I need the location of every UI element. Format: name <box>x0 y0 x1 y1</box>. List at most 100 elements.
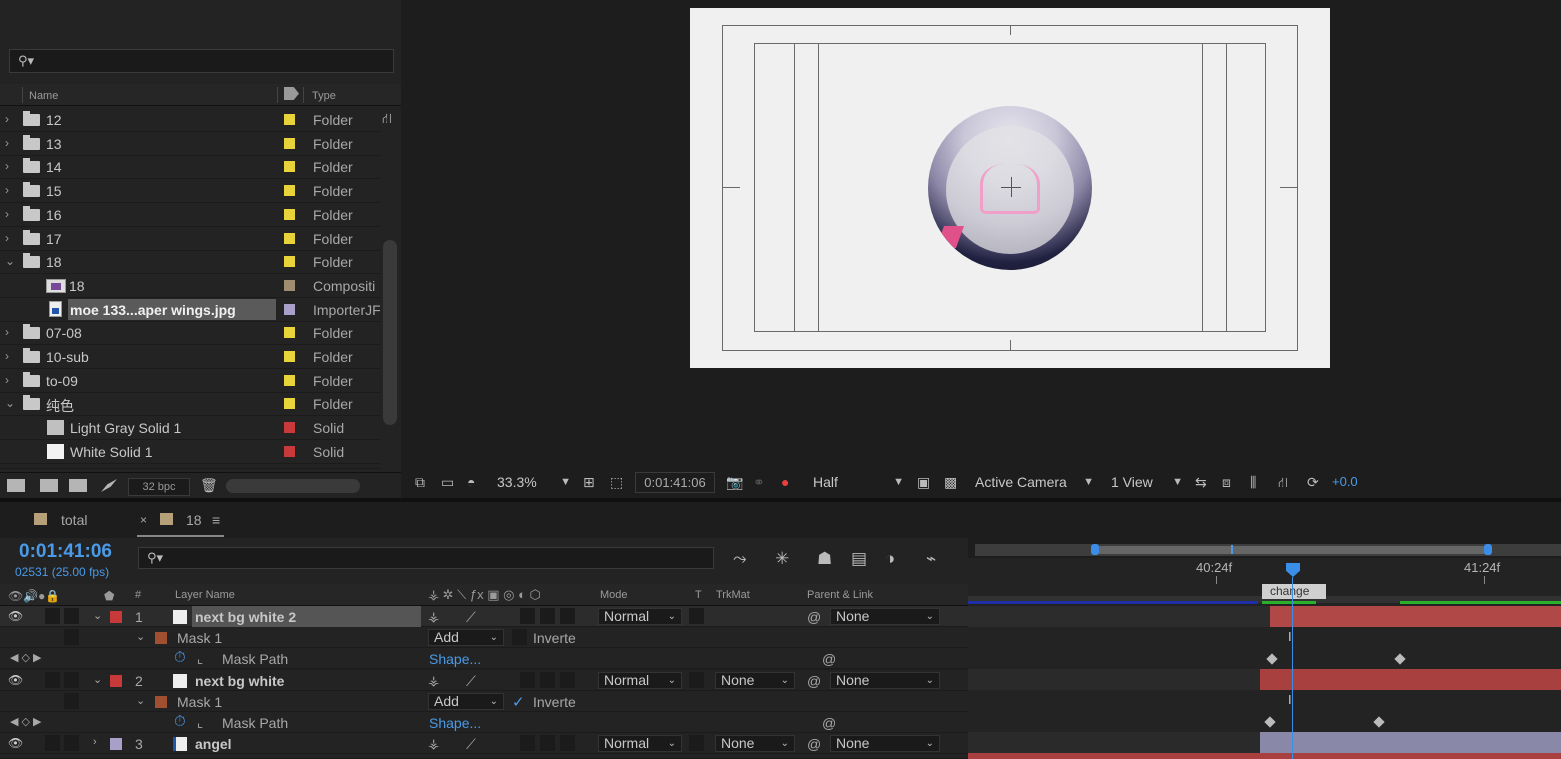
resolution-dropdown[interactable]: Half ▼ <box>808 472 908 493</box>
switch-slot[interactable] <box>560 608 575 624</box>
hide-shy-layers-icon[interactable]: ☗ <box>817 549 832 569</box>
project-item[interactable]: › 10-sub Folder <box>0 345 380 369</box>
mask-color-swatch[interactable] <box>155 695 167 708</box>
layer-row[interactable]: 👁 ⌄ 1 next bg white 2 ⚶ ⟋ Normal ⌄ @ None ⌄ <box>0 606 968 627</box>
project-settings-icon[interactable] <box>101 479 117 492</box>
bit-depth-button[interactable]: 32 bpc <box>128 478 190 496</box>
project-item[interactable] <box>0 464 380 469</box>
project-item[interactable]: ⌄ 纯色 Folder <box>0 392 380 417</box>
grid-guides-icon[interactable]: ⊞ <box>583 474 595 491</box>
layer-name[interactable]: next bg white <box>195 673 284 689</box>
blend-mode-dropdown[interactable]: Normal ⌄ <box>598 608 682 625</box>
property-row[interactable]: ◀ ◇ ▶ ⏱ ⌞ Mask Path Shape... @ <box>0 712 968 733</box>
project-item[interactable]: moe 133...aper wings.jpg ImporterJF <box>0 298 380 322</box>
mask-name[interactable]: Mask 1 <box>177 694 222 710</box>
motion-blur-icon[interactable]: ◑ <box>885 549 895 569</box>
project-item[interactable]: › to-09 Folder <box>0 369 380 393</box>
switch-slot[interactable] <box>560 671 575 688</box>
timeline-icon[interactable]: ⫼ <box>1250 474 1256 491</box>
label-color-swatch[interactable] <box>284 232 295 244</box>
channel-icon[interactable]: ● <box>781 474 789 490</box>
show-snapshot-icon[interactable]: ⚭ <box>753 474 765 491</box>
project-item[interactable]: Light Gray Solid 1 Solid <box>0 416 380 441</box>
twirl-toggle-icon[interactable]: › <box>5 373 9 387</box>
eye-icon[interactable]: 👁 <box>8 609 23 623</box>
invert-checkbox[interactable] <box>512 629 527 646</box>
tab-close-icon[interactable]: × <box>140 513 147 527</box>
quality-switch-icon[interactable]: ⟋ <box>466 673 476 690</box>
label-color-swatch[interactable] <box>284 374 295 386</box>
stopwatch-icon[interactable]: ⏱ <box>174 649 186 666</box>
mask-path-value[interactable]: Shape... <box>429 715 481 731</box>
project-item[interactable]: › 12 Folder <box>0 108 380 132</box>
layer-label-color[interactable] <box>110 611 122 623</box>
solo-toggle[interactable] <box>45 671 60 688</box>
layer-bar-next[interactable] <box>968 753 1561 759</box>
lock-toggle[interactable] <box>64 608 79 624</box>
twirl-toggle-icon[interactable]: ⌄ <box>93 609 102 622</box>
parent-dropdown[interactable]: None ⌄ <box>830 608 940 625</box>
quality-switch-icon[interactable]: ⟋ <box>466 736 476 753</box>
comp-marker[interactable]: change <box>1262 584 1326 599</box>
label-color-swatch[interactable] <box>284 114 295 125</box>
tab-18[interactable]: 18 <box>186 512 202 528</box>
thumbnail-size-slider[interactable] <box>226 479 360 493</box>
parent-dropdown[interactable]: None ⌄ <box>830 671 940 689</box>
twirl-toggle-icon[interactable]: › <box>5 159 9 173</box>
solo-toggle[interactable] <box>45 608 60 624</box>
viewer-timecode[interactable]: 0:01:41:06 <box>635 472 715 493</box>
current-time-display[interactable]: 0:01:41:06 <box>19 541 112 563</box>
label-color-swatch[interactable] <box>284 327 295 339</box>
snapshot-icon[interactable]: 📷 <box>726 474 743 491</box>
exposure-value[interactable]: +0.0 <box>1332 474 1358 489</box>
track-matte-dropdown[interactable]: None ⌄ <box>715 671 795 689</box>
twirl-toggle-icon[interactable]: ⌄ <box>5 396 15 410</box>
timeline-search-input[interactable]: ⚲▾ <box>138 547 714 569</box>
mask-name[interactable]: Mask 1 <box>177 630 222 646</box>
mask-visibility-icon[interactable]: ◓ <box>467 474 475 490</box>
twirl-toggle-icon[interactable]: › <box>5 349 9 363</box>
tab-menu-icon[interactable]: ≡ <box>212 512 220 528</box>
column-type-header[interactable]: Type <box>312 90 336 102</box>
label-tag-icon[interactable] <box>284 87 299 100</box>
draft-3d-icon[interactable]: ✳ <box>775 549 789 569</box>
keyframe-navigator[interactable]: ◀ ◇ ▶ <box>10 715 42 728</box>
masked-artwork-image[interactable] <box>928 106 1092 270</box>
flowchart-icon[interactable]: ⛙ <box>1278 474 1288 493</box>
layer-bar-next-bg-white[interactable] <box>1260 669 1561 690</box>
switch-slot[interactable] <box>560 735 575 752</box>
switch-slot[interactable] <box>540 735 555 752</box>
pick-whip-icon[interactable]: @ <box>807 736 821 752</box>
tab-total[interactable]: total <box>61 512 87 528</box>
project-item[interactable]: › 16 Folder <box>0 203 380 227</box>
label-color-swatch[interactable] <box>284 445 295 457</box>
navigator-end-handle[interactable] <box>1484 544 1492 555</box>
switch-slot[interactable] <box>540 671 555 688</box>
eye-icon[interactable]: 👁 <box>8 736 23 750</box>
switch-slot[interactable] <box>520 608 535 624</box>
view-layout-dropdown[interactable]: 1 View ▼ <box>1107 472 1187 493</box>
parent-dropdown[interactable]: None ⌄ <box>830 735 940 753</box>
shy-switch-icon[interactable]: ⚶ <box>428 736 439 752</box>
twirl-toggle-icon[interactable]: ⌄ <box>5 254 15 268</box>
column-name-header[interactable]: Name <box>29 90 58 102</box>
project-item[interactable]: › 14 Folder <box>0 155 380 180</box>
layer-name[interactable]: angel <box>195 736 232 752</box>
twirl-toggle-icon[interactable]: ⌄ <box>93 673 102 686</box>
label-color-swatch[interactable] <box>284 161 295 173</box>
twirl-toggle-icon[interactable]: › <box>5 136 9 150</box>
switch-slot[interactable] <box>540 608 555 624</box>
label-color-swatch[interactable] <box>284 137 295 149</box>
twirl-toggle-icon[interactable]: › <box>93 736 97 748</box>
project-item[interactable]: 18 Compositi <box>0 274 380 298</box>
expression-pick-whip-icon[interactable]: @ <box>822 651 836 667</box>
layer-name[interactable]: next bg white 2 <box>195 609 296 625</box>
expression-pick-whip-icon[interactable]: @ <box>822 715 836 731</box>
label-color-swatch[interactable] <box>284 303 295 315</box>
transparency-grid-icon[interactable]: ▩ <box>944 474 957 491</box>
frame-blending-icon[interactable]: ▤ <box>851 549 867 569</box>
twirl-toggle-icon[interactable]: › <box>5 231 9 245</box>
preserve-transparency-toggle[interactable] <box>689 608 704 624</box>
shy-switch-icon[interactable]: ⚶ <box>428 609 439 625</box>
mask-row[interactable]: ⌄ Mask 1 Add ⌄ Inverte <box>0 627 968 649</box>
